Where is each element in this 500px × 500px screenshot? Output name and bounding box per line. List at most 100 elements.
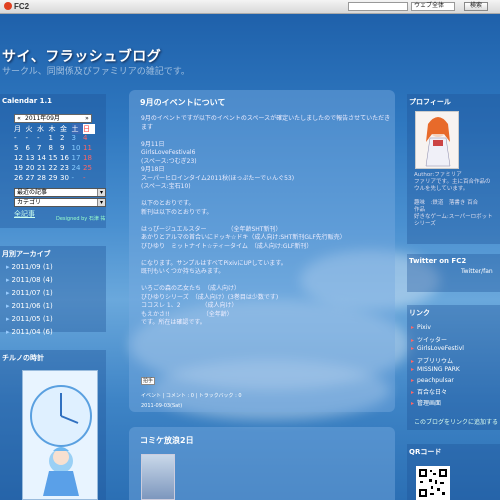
calendar-day: - bbox=[25, 134, 29, 142]
calendar-day: 16 bbox=[60, 154, 69, 162]
clap-button[interactable]: 拍手 bbox=[141, 377, 155, 385]
fc2-toolbar: FC2 ウェブ全体 検索 bbox=[0, 0, 500, 14]
calendar-day: 5 bbox=[14, 144, 19, 152]
archive-item[interactable]: 2011/04 (6) bbox=[6, 328, 53, 341]
category-select-label: カテゴリ bbox=[17, 199, 42, 206]
link-item[interactable]: 百合な日々 bbox=[411, 387, 464, 398]
fc2-search-scope-select[interactable]: ウェブ全体 bbox=[411, 2, 455, 11]
calendar-day: 4 bbox=[83, 134, 88, 142]
calendar-day: 24 bbox=[71, 164, 81, 172]
calendar-day: - bbox=[37, 134, 40, 142]
post-line: 以下のとおりです。 bbox=[141, 200, 195, 207]
weekday-label-saturday: 土 bbox=[71, 124, 83, 134]
fc2-search-input[interactable] bbox=[348, 2, 408, 11]
links-heading: リンク bbox=[409, 309, 430, 317]
all-posts-link[interactable]: 全記事 bbox=[14, 209, 35, 219]
profile-line bbox=[414, 193, 500, 200]
calendar-day: 6 bbox=[25, 144, 30, 152]
post-line: びひゆり ミットナイト☆ティータイム （成人向け:GLF新刊） bbox=[141, 242, 313, 250]
calendar-day: 9 bbox=[60, 144, 65, 152]
post-line: びひゆりシリーズ （成人向け）(3巻目は少数です) bbox=[141, 293, 279, 301]
profile-text: Author:ファミリア ファリアです。主に百合作品の ウルを先しています。 趣… bbox=[414, 172, 500, 228]
calendar-day: 20 bbox=[25, 164, 35, 172]
calendar-month-nav: « 2011年09月 » bbox=[14, 114, 92, 123]
cirno-clock-icon bbox=[30, 385, 92, 496]
link-item[interactable]: GirlsLoveFestivl bbox=[411, 345, 464, 356]
post-line: (スペース:つむぎ23) bbox=[141, 157, 197, 165]
weekday-label: 火 bbox=[25, 125, 33, 133]
links-list: Pixiv ツイッター GirlsLoveFestivl アブリリウム MISS… bbox=[411, 324, 464, 408]
post2-title[interactable]: コミケ放浪2日 bbox=[140, 435, 194, 446]
calendar-day: 11 bbox=[83, 144, 92, 152]
calendar-next-button[interactable]: » bbox=[83, 115, 91, 122]
designed-by-credit[interactable]: Designed by 石津 祐 bbox=[56, 215, 105, 222]
archive-item[interactable]: 2011/05 (1) bbox=[6, 315, 53, 328]
recent-posts-select-label: 最近の記事 bbox=[17, 189, 48, 196]
post-line: 9月のイベントですが以下のイベントのスペースが確定いたしましたので報告させていた… bbox=[141, 115, 391, 131]
post-body: 9月のイベントですが以下のイベントのスペースが確定いたしましたので報告させていた… bbox=[141, 115, 393, 328]
post-line: です。所在は確認です。 bbox=[141, 319, 206, 326]
post-line: ココスレ 1、2 （成人向け） bbox=[141, 302, 238, 309]
link-item[interactable]: ツイッター bbox=[411, 335, 464, 346]
twitter-heading: Twitter on FC2 bbox=[409, 257, 467, 265]
calendar-day: 19 bbox=[14, 164, 23, 172]
post-line bbox=[141, 217, 393, 226]
post-line bbox=[141, 277, 393, 286]
calendar-day: 27 bbox=[25, 174, 35, 182]
calendar-day: 12 bbox=[14, 154, 23, 162]
calendar-day: 7 bbox=[37, 144, 42, 152]
twitter-panel: Twitter on FC2 Twitter/fan bbox=[407, 254, 500, 292]
site-description: サークル、同関係及びファミリアの雑記です。 bbox=[2, 67, 190, 77]
archive-item[interactable]: 2011/08 (4) bbox=[6, 276, 53, 289]
weekday-label-sunday: 日 bbox=[83, 124, 95, 134]
archive-item[interactable]: 2011/07 (1) bbox=[6, 289, 53, 302]
link-item[interactable]: 管理画面 bbox=[411, 398, 464, 409]
archive-item[interactable]: 2011/09 (1) bbox=[6, 263, 53, 276]
recent-posts-select[interactable]: 最近の記事 ▾ bbox=[14, 188, 106, 197]
archive-list: 2011/09 (1) 2011/08 (4) 2011/07 (1) 2011… bbox=[6, 263, 53, 341]
post-date: 2011-09-03(Sat) bbox=[141, 403, 183, 409]
twitter-link[interactable]: Twitter/fan bbox=[407, 268, 500, 275]
post-line: いろごの森の乙女たち （成人向け） bbox=[141, 285, 241, 292]
calendar-day: 21 bbox=[37, 164, 46, 172]
calendar-day: 28 bbox=[37, 174, 46, 182]
link-item[interactable]: peachpulsar bbox=[411, 377, 464, 388]
profile-line: 作品 bbox=[414, 207, 426, 213]
site-title[interactable]: サイ、フラッシュブログ bbox=[2, 46, 161, 66]
calendar-day: 8 bbox=[48, 144, 53, 152]
link-item[interactable]: Pixiv bbox=[411, 324, 464, 335]
post-line: あかりとアルマの首合いにドッキ☆ドキ（成人向け:SHT新刊GLF先行販売） bbox=[141, 234, 346, 241]
calendar-day: - bbox=[14, 134, 17, 142]
link-item[interactable]: MISSING PARK bbox=[411, 366, 464, 377]
weekday-label: 水 bbox=[37, 125, 44, 133]
fc2-search-button[interactable]: 検索 bbox=[464, 2, 488, 11]
calendar-day: 30 bbox=[60, 174, 69, 182]
calendar-prev-button[interactable]: « bbox=[15, 115, 23, 122]
clock-heading: チルノの時計 bbox=[2, 354, 44, 362]
link-item[interactable]: アブリリウム bbox=[411, 356, 464, 367]
fc2-logo[interactable]: FC2 bbox=[4, 2, 29, 11]
add-link-link[interactable]: このブログをリンクに追加する bbox=[414, 417, 498, 426]
post-line: はっぴージュエルスター （全年齢SHT新刊） bbox=[141, 225, 282, 233]
profile-line: 好きなゲーム:スーパーロボット bbox=[414, 214, 493, 220]
category-select[interactable]: カテゴリ ▾ bbox=[14, 198, 106, 207]
calendar-day: - bbox=[83, 174, 86, 182]
archive-item[interactable]: 2011/06 (1) bbox=[6, 302, 53, 315]
post2-thumbnail[interactable] bbox=[141, 454, 175, 500]
weekday-label: 月 bbox=[14, 125, 21, 133]
post-line: 既刊もいくつか持ち込みます。 bbox=[141, 268, 225, 275]
post-line: 新刊は以下のとおりです。 bbox=[141, 208, 213, 216]
post-line: もえかさ!! （全年齢） bbox=[141, 310, 233, 318]
profile-heading: プロフィール bbox=[409, 98, 451, 106]
calendar-day: 1 bbox=[48, 134, 53, 142]
post-line: GirlsLoveFestival6 bbox=[141, 149, 196, 156]
qr-code bbox=[416, 466, 450, 500]
chevron-down-icon: ▾ bbox=[97, 189, 105, 196]
calendar-day: 2 bbox=[60, 134, 65, 142]
calendar-day: 17 bbox=[71, 154, 81, 162]
calendar-day: 23 bbox=[60, 164, 69, 172]
calendar-day: 26 bbox=[14, 174, 23, 182]
post-title[interactable]: 9月のイベントについて bbox=[140, 97, 225, 108]
post-meta[interactable]: イベント | コメント : 0 | トラックバック : 0 bbox=[141, 392, 242, 399]
post-line bbox=[141, 251, 393, 260]
